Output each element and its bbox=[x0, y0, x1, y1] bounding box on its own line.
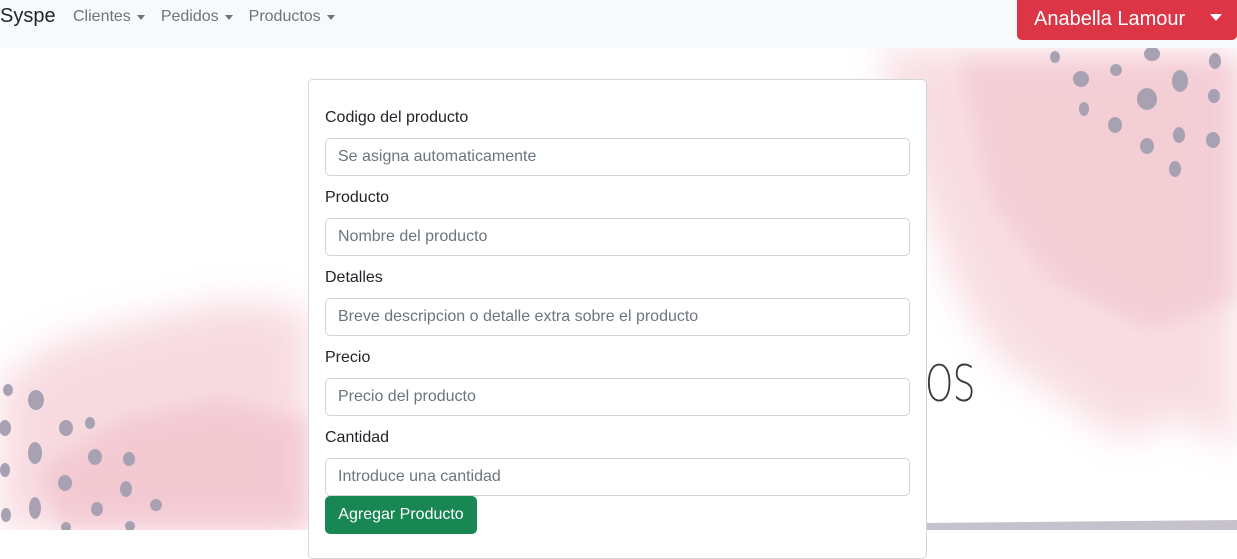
add-product-form: Codigo del producto Producto Detalles Pr… bbox=[308, 79, 927, 559]
menu-pedidos-dropdown[interactable]: Pedidos bbox=[161, 8, 233, 26]
menu-pedidos-label: Pedidos bbox=[160, 8, 219, 25]
add-product-button[interactable]: Agregar Producto bbox=[325, 496, 477, 534]
product-details-input[interactable] bbox=[325, 298, 910, 336]
product-code-input[interactable] bbox=[325, 138, 910, 176]
top-navbar: Syspe Clientes Pedidos Productos Anabell… bbox=[0, 0, 1237, 48]
product-code-label: Codigo del producto bbox=[325, 109, 469, 126]
caret-down-icon bbox=[326, 15, 335, 20]
brand-logo[interactable]: Syspe bbox=[0, 5, 56, 28]
user-name: Anabella Lamour bbox=[1034, 8, 1186, 30]
product-price-label: Precio bbox=[325, 349, 371, 366]
menu-clientes-dropdown[interactable]: Clientes bbox=[73, 8, 145, 26]
product-price-input[interactable] bbox=[325, 378, 910, 416]
product-quantity-label: Cantidad bbox=[325, 429, 390, 446]
menu-clientes-label: Clientes bbox=[73, 8, 131, 25]
caret-down-icon bbox=[136, 15, 145, 20]
menu-productos-label: Productos bbox=[248, 8, 321, 25]
menu-productos-dropdown[interactable]: Productos bbox=[249, 8, 335, 26]
caret-down-icon bbox=[1210, 14, 1222, 21]
product-quantity-input[interactable] bbox=[325, 458, 910, 496]
background-heading-fragment: OS bbox=[925, 355, 975, 413]
product-details-label: Detalles bbox=[325, 269, 383, 286]
caret-down-icon bbox=[224, 15, 233, 20]
product-name-label: Producto bbox=[325, 189, 390, 206]
user-menu-button[interactable]: Anabella Lamour bbox=[1017, 0, 1237, 40]
main-menu: Clientes Pedidos Productos bbox=[73, 8, 351, 26]
product-name-input[interactable] bbox=[325, 218, 910, 256]
